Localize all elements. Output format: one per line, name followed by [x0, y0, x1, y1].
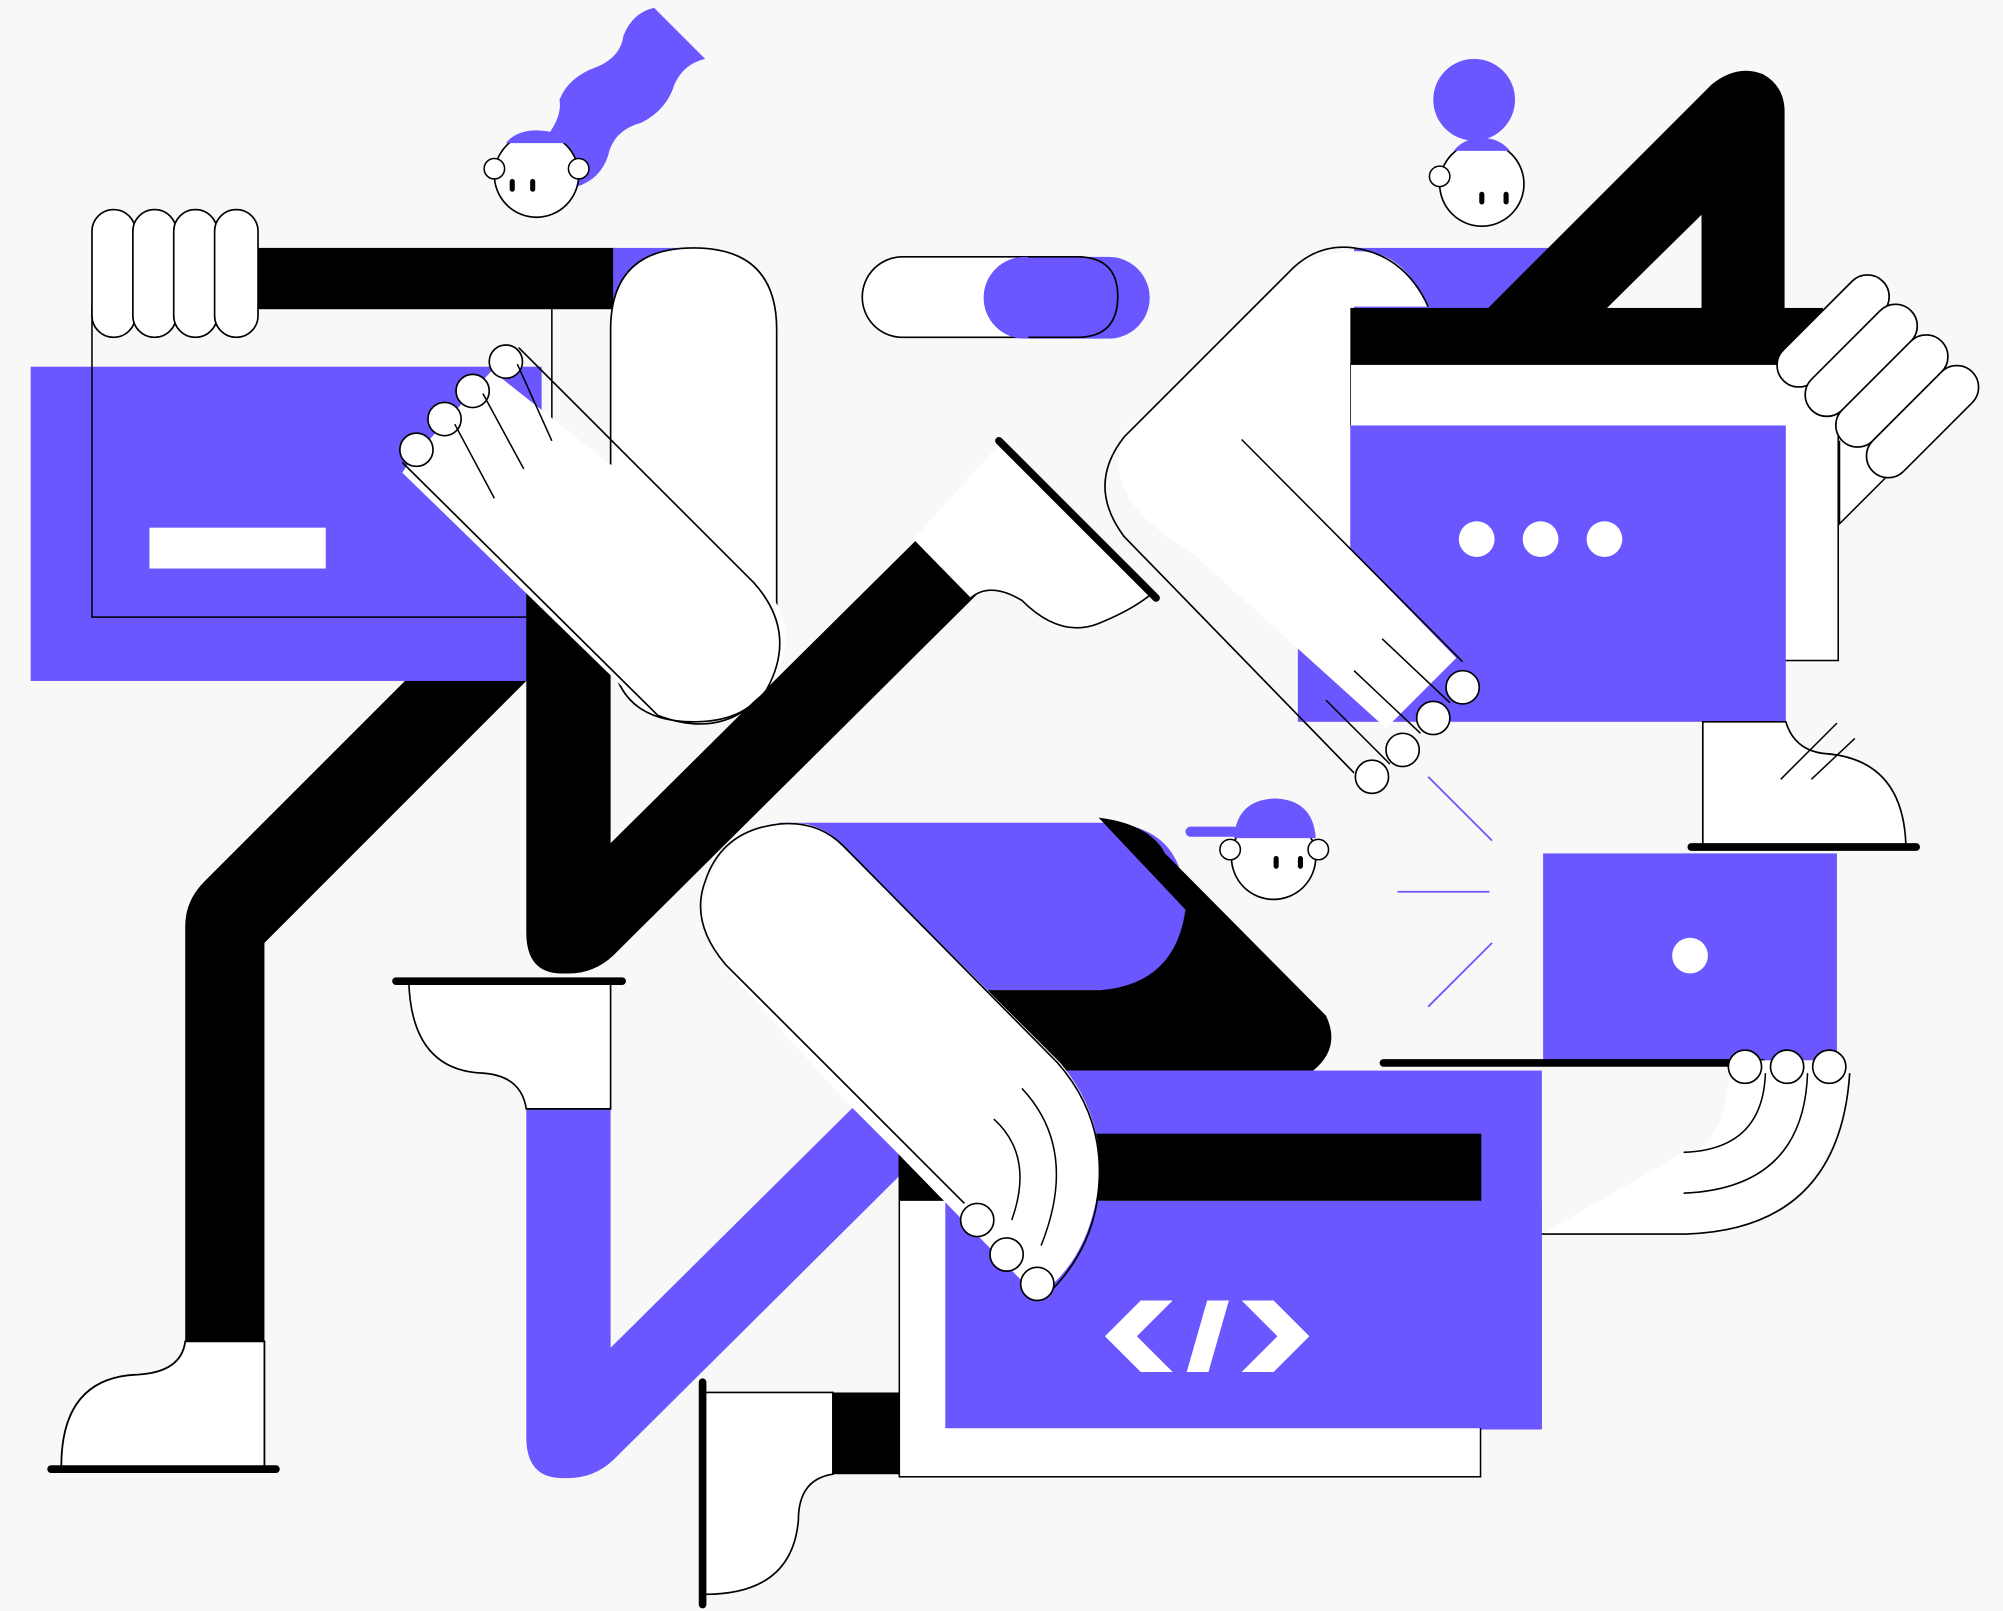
code-symbol-icon [1104, 1300, 1310, 1373]
finger [213, 208, 259, 339]
dots-window-dot [1458, 521, 1495, 558]
dots-window-dot [1586, 521, 1623, 558]
illustration-stage: </> [0, 0, 2003, 1611]
fingertip [1769, 1049, 1805, 1085]
left-head-ear [567, 157, 590, 180]
fingertip [1811, 1049, 1847, 1085]
fingertip [399, 432, 434, 468]
bottom-head-eye [1297, 855, 1303, 869]
left-head-ear [483, 157, 506, 180]
fingertip [455, 373, 491, 409]
fingertip [1385, 732, 1421, 768]
left-head-eye [509, 178, 515, 192]
right-figure-arm-bar [1350, 307, 1823, 365]
fingertip [488, 344, 524, 380]
finger [172, 208, 218, 339]
left-head-eye [530, 178, 536, 192]
fingertip [1445, 669, 1481, 705]
left-head [493, 132, 580, 219]
bottom-head-ear [1219, 838, 1242, 861]
dash-window-bar [149, 527, 326, 569]
toggle-knob [983, 256, 1150, 339]
fingertip [427, 401, 462, 437]
fingertip [1727, 1049, 1763, 1085]
right-head-eye [1479, 191, 1485, 205]
dots-window-dot [1522, 521, 1559, 558]
collaboration-illustration: </> [0, 0, 2003, 1611]
finger [91, 208, 137, 339]
fingertip [959, 1202, 995, 1238]
toggle-switch-icon [861, 256, 1150, 339]
fingertip [1354, 759, 1390, 795]
left-figure-top-arm [258, 247, 616, 310]
left-figure-top-hand [91, 208, 259, 339]
finger [132, 208, 178, 339]
laptop-camera-dot [1672, 937, 1708, 974]
fingertip [1019, 1266, 1055, 1302]
fingertip [989, 1237, 1025, 1272]
right-head-bun [1433, 58, 1516, 141]
bottom-figure-sock [832, 1392, 900, 1475]
bottom-head-cap-brim [1185, 826, 1240, 837]
right-head-ear [1428, 165, 1451, 188]
bottom-head-eye [1273, 855, 1279, 869]
bottom-head-ear [1307, 838, 1330, 861]
right-head [1438, 141, 1525, 228]
fingertip [1415, 700, 1451, 736]
right-head-eye [1503, 191, 1509, 205]
